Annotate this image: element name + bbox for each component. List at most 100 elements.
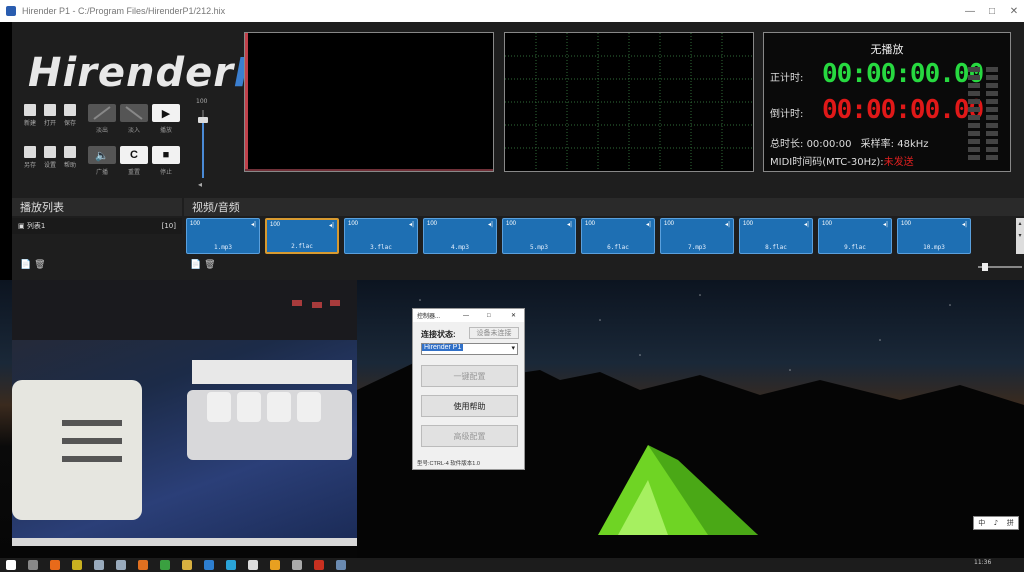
taskbar-app-icon[interactable]: [50, 560, 60, 570]
waveform-panel: [504, 32, 754, 172]
play-button[interactable]: ▶ 播放: [152, 104, 180, 134]
minimize-button[interactable]: —: [960, 0, 980, 22]
video-preview-panel: [244, 32, 494, 172]
media-clip[interactable]: 100 ◂| 6.flac: [581, 218, 655, 254]
taskbar-app-icon[interactable]: [248, 560, 258, 570]
taskbar-app-icon[interactable]: [116, 560, 126, 570]
taskbar-app-icon[interactable]: [182, 560, 192, 570]
delete-media-icon[interactable]: 🗑: [204, 260, 215, 270]
media-clip[interactable]: 100 ◂| 2.flac: [265, 218, 339, 254]
main-app: HirenderP1 新建 打开 保存 另存 设置 帮助 淡出 淡入 ▶播放 🔈…: [12, 22, 1024, 280]
media-clip[interactable]: 100 ◂| 4.mp3: [423, 218, 497, 254]
taskbar-app-icon[interactable]: [160, 560, 170, 570]
taskbar-app-icon[interactable]: [336, 560, 346, 570]
delete-list-icon[interactable]: 🗑: [34, 260, 45, 270]
media-clip[interactable]: 100 ◂| 3.flac: [344, 218, 418, 254]
ime-chinese[interactable]: 中: [978, 518, 985, 528]
clip-scrollbar[interactable]: ▴ ▾: [1016, 218, 1024, 254]
save-button[interactable]: 保存: [64, 104, 76, 127]
fade-out-label: 淡出: [95, 128, 108, 134]
close-button[interactable]: ✕: [1004, 0, 1024, 22]
add-media-icon[interactable]: 📄: [190, 260, 201, 270]
settings-button[interactable]: 设置: [44, 146, 56, 169]
advanced-config-button[interactable]: 高级配置: [421, 425, 518, 447]
task-view-icon[interactable]: [28, 560, 38, 570]
add-list-icon[interactable]: 📄: [20, 260, 31, 270]
taskbar-app-icon[interactable]: [292, 560, 302, 570]
reset-icon: C: [120, 146, 148, 164]
connection-status-label: 连接状态:: [421, 330, 456, 339]
clip-volume: 100: [585, 221, 596, 227]
one-click-config-button[interactable]: 一键配置: [421, 365, 518, 387]
clip-name: 10.mp3: [923, 244, 945, 251]
clip-name: 5.mp3: [529, 244, 549, 251]
start-icon[interactable]: [6, 560, 16, 570]
clip-arrow-icon: ◂|: [566, 221, 572, 228]
volume-value: 100: [196, 98, 208, 105]
volume-fill: [202, 120, 204, 178]
taskbar-app-icon[interactable]: [72, 560, 82, 570]
connection-status-value: 设备未连接: [469, 327, 519, 339]
fade-in-icon: [120, 104, 148, 122]
play-icon: ▶: [152, 104, 180, 122]
clip-name: 8.flac: [765, 244, 787, 251]
dialog-maximize[interactable]: □: [487, 313, 491, 319]
help-button[interactable]: 帮助: [64, 146, 76, 169]
controller-dialog: 控制器... — □ ✕ 连接状态: 设备未连接 Hirender P1 ▾ 一…: [412, 308, 525, 470]
broadcast-button[interactable]: 🔈 广播: [88, 146, 116, 176]
taskbar-app-icon[interactable]: [94, 560, 104, 570]
rate-label: 采样率:: [860, 139, 895, 150]
reset-button[interactable]: C 重置: [120, 146, 148, 176]
maximize-button[interactable]: □: [982, 0, 1002, 22]
ime-toolbar[interactable]: 中 ♪ 拼: [973, 516, 1019, 530]
ime-pinyin[interactable]: 拼: [1007, 518, 1014, 528]
usage-help-button[interactable]: 使用帮助: [421, 395, 518, 417]
new-label: 新建: [24, 121, 37, 127]
camera-video-window: [12, 280, 357, 546]
fade-out-button[interactable]: 淡出: [88, 104, 116, 134]
window-titlebar: Hirender P1 - C:/Program Files/HirenderP…: [0, 0, 1024, 22]
device-select[interactable]: Hirender P1 ▾: [421, 343, 518, 355]
volume-slider[interactable]: 100 ◂: [196, 98, 208, 192]
taskbar-app-icon[interactable]: [314, 560, 324, 570]
save-as-label: 另存: [24, 163, 37, 169]
stop-label: 停止: [159, 170, 172, 176]
clip-arrow-icon: ◂|: [803, 221, 809, 228]
app-icon: [6, 6, 16, 16]
taskbar-app-icon[interactable]: [138, 560, 148, 570]
total-value: 00:00:00: [806, 139, 852, 150]
taskbar-app-icon[interactable]: [204, 560, 214, 570]
media-actions: 📄 🗑: [190, 260, 216, 270]
volume-knob[interactable]: [198, 117, 208, 124]
desktop-wallpaper: 控制器... — □ ✕ 连接状态: 设备未连接 Hirender P1 ▾ 一…: [0, 280, 1024, 558]
taskbar-clock[interactable]: 11:36: [974, 559, 991, 566]
clip-name: 2.flac: [291, 243, 313, 250]
window-title: Hirender P1 - C:/Program Files/HirenderP…: [22, 6, 226, 16]
media-clip[interactable]: 100 ◂| 9.flac: [818, 218, 892, 254]
dialog-minimize[interactable]: —: [463, 313, 469, 319]
media-clip[interactable]: 100 ◂| 5.mp3: [502, 218, 576, 254]
dialog-close[interactable]: ✕: [511, 312, 516, 319]
zoom-slider[interactable]: [978, 263, 1022, 271]
save-as-button[interactable]: 另存: [24, 146, 36, 169]
clip-name: 3.flac: [370, 244, 392, 251]
volume-speaker-icon: ◂: [198, 180, 203, 189]
media-clip[interactable]: 100 ◂| 1.mp3: [186, 218, 260, 254]
playlist-header: 播放列表: [12, 198, 182, 216]
media-clip[interactable]: 100 ◂| 8.flac: [739, 218, 813, 254]
tent-image: [588, 440, 768, 540]
ime-music-icon[interactable]: ♪: [994, 519, 998, 527]
media-clip[interactable]: 100 ◂| 7.mp3: [660, 218, 734, 254]
clock-panel: 无播放 正计时: 00:00:00.00 倒计时: 00:00:00.00 总时…: [763, 32, 1011, 172]
open-button[interactable]: 打开: [44, 104, 56, 127]
media-clip[interactable]: 100 ◂| 10.mp3: [897, 218, 971, 254]
fade-in-button[interactable]: 淡入: [120, 104, 148, 134]
clip-arrow-icon: ◂|: [250, 221, 256, 228]
new-button[interactable]: 新建: [24, 104, 36, 127]
taskbar-app-icon[interactable]: [270, 560, 280, 570]
clip-name: 1.mp3: [213, 244, 233, 251]
vu-meter-right: [986, 67, 998, 163]
taskbar-app-icon[interactable]: [226, 560, 236, 570]
playlist-item[interactable]: ▣ 列表1 [10]: [12, 218, 182, 234]
stop-button[interactable]: ■ 停止: [152, 146, 180, 176]
